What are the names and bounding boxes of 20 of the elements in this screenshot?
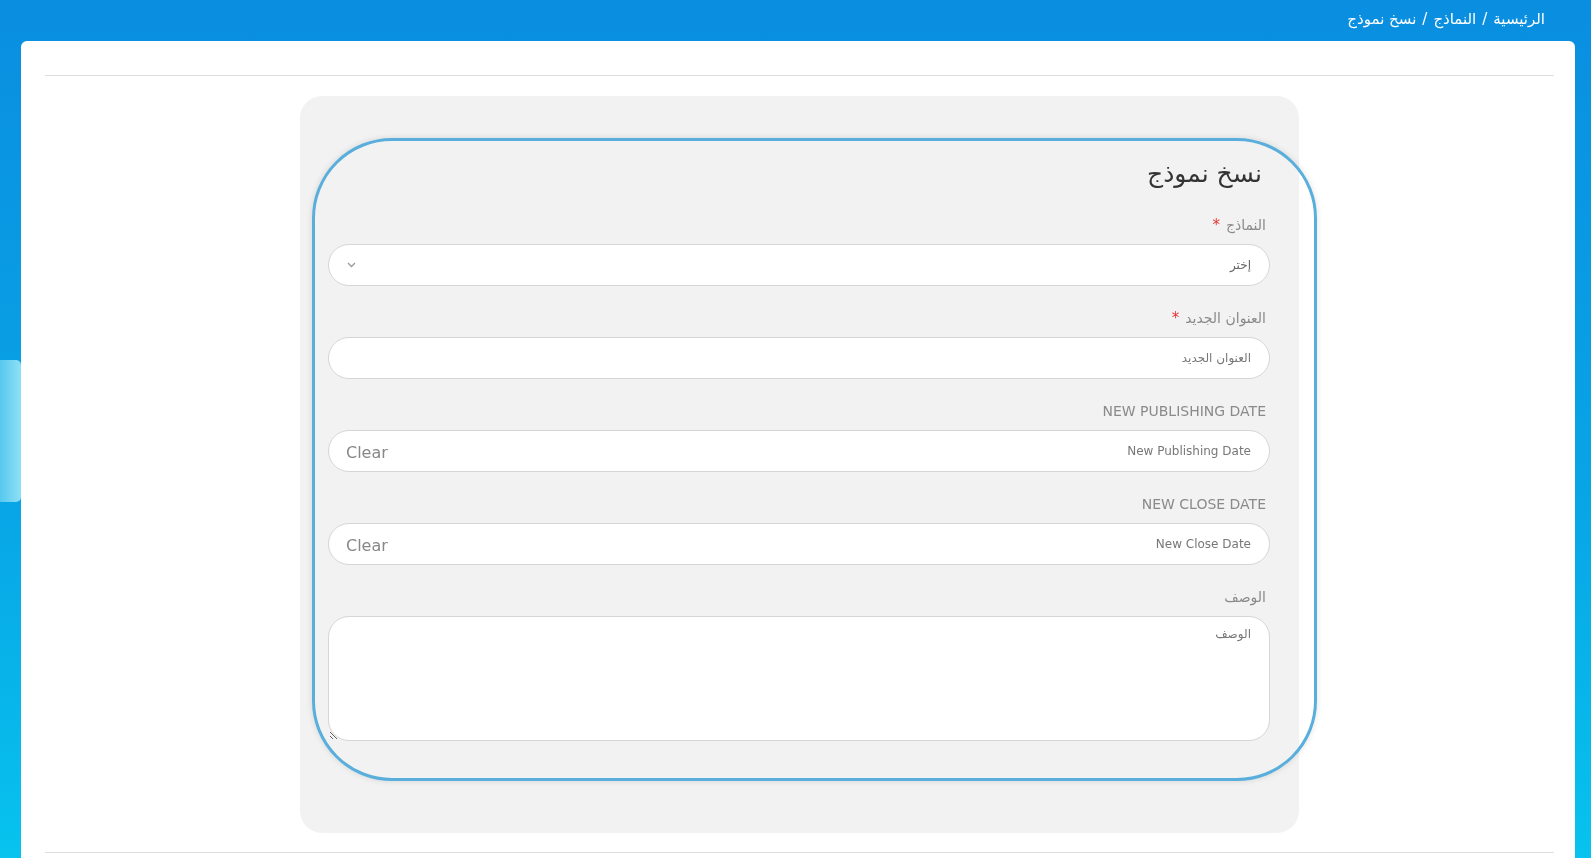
form-title: نسخ نموذج [1147,158,1262,190]
required-mark: * [1171,309,1180,327]
textarea-field[interactable]: الوصف [328,616,1270,741]
field-label: NEW PUBLISHING DATE [1102,403,1266,419]
breadcrumb-separator: / [1422,9,1428,28]
breadcrumb-link[interactable]: النماذج [1433,9,1477,28]
required-mark: * [1212,216,1220,234]
select-field[interactable]: إختر [328,244,1270,286]
field-label: NEW CLOSE DATE [1141,496,1266,512]
field-label: النماذج [1226,217,1266,233]
breadcrumb-link[interactable]: الرئيسية [1493,9,1545,28]
breadcrumb-separator: / [1482,9,1488,28]
clear-button[interactable]: Clear [346,443,388,462]
chevron-down-icon [347,262,356,268]
field-label: الوصف [1224,589,1266,605]
input-field[interactable]: العنوان الجديد [328,337,1270,379]
clear-button[interactable]: Clear [346,536,388,555]
side-tab[interactable] [0,360,21,502]
breadcrumb-current: نسخ نموذج [1347,9,1417,28]
field-label: العنوان الجديد [1185,310,1266,326]
